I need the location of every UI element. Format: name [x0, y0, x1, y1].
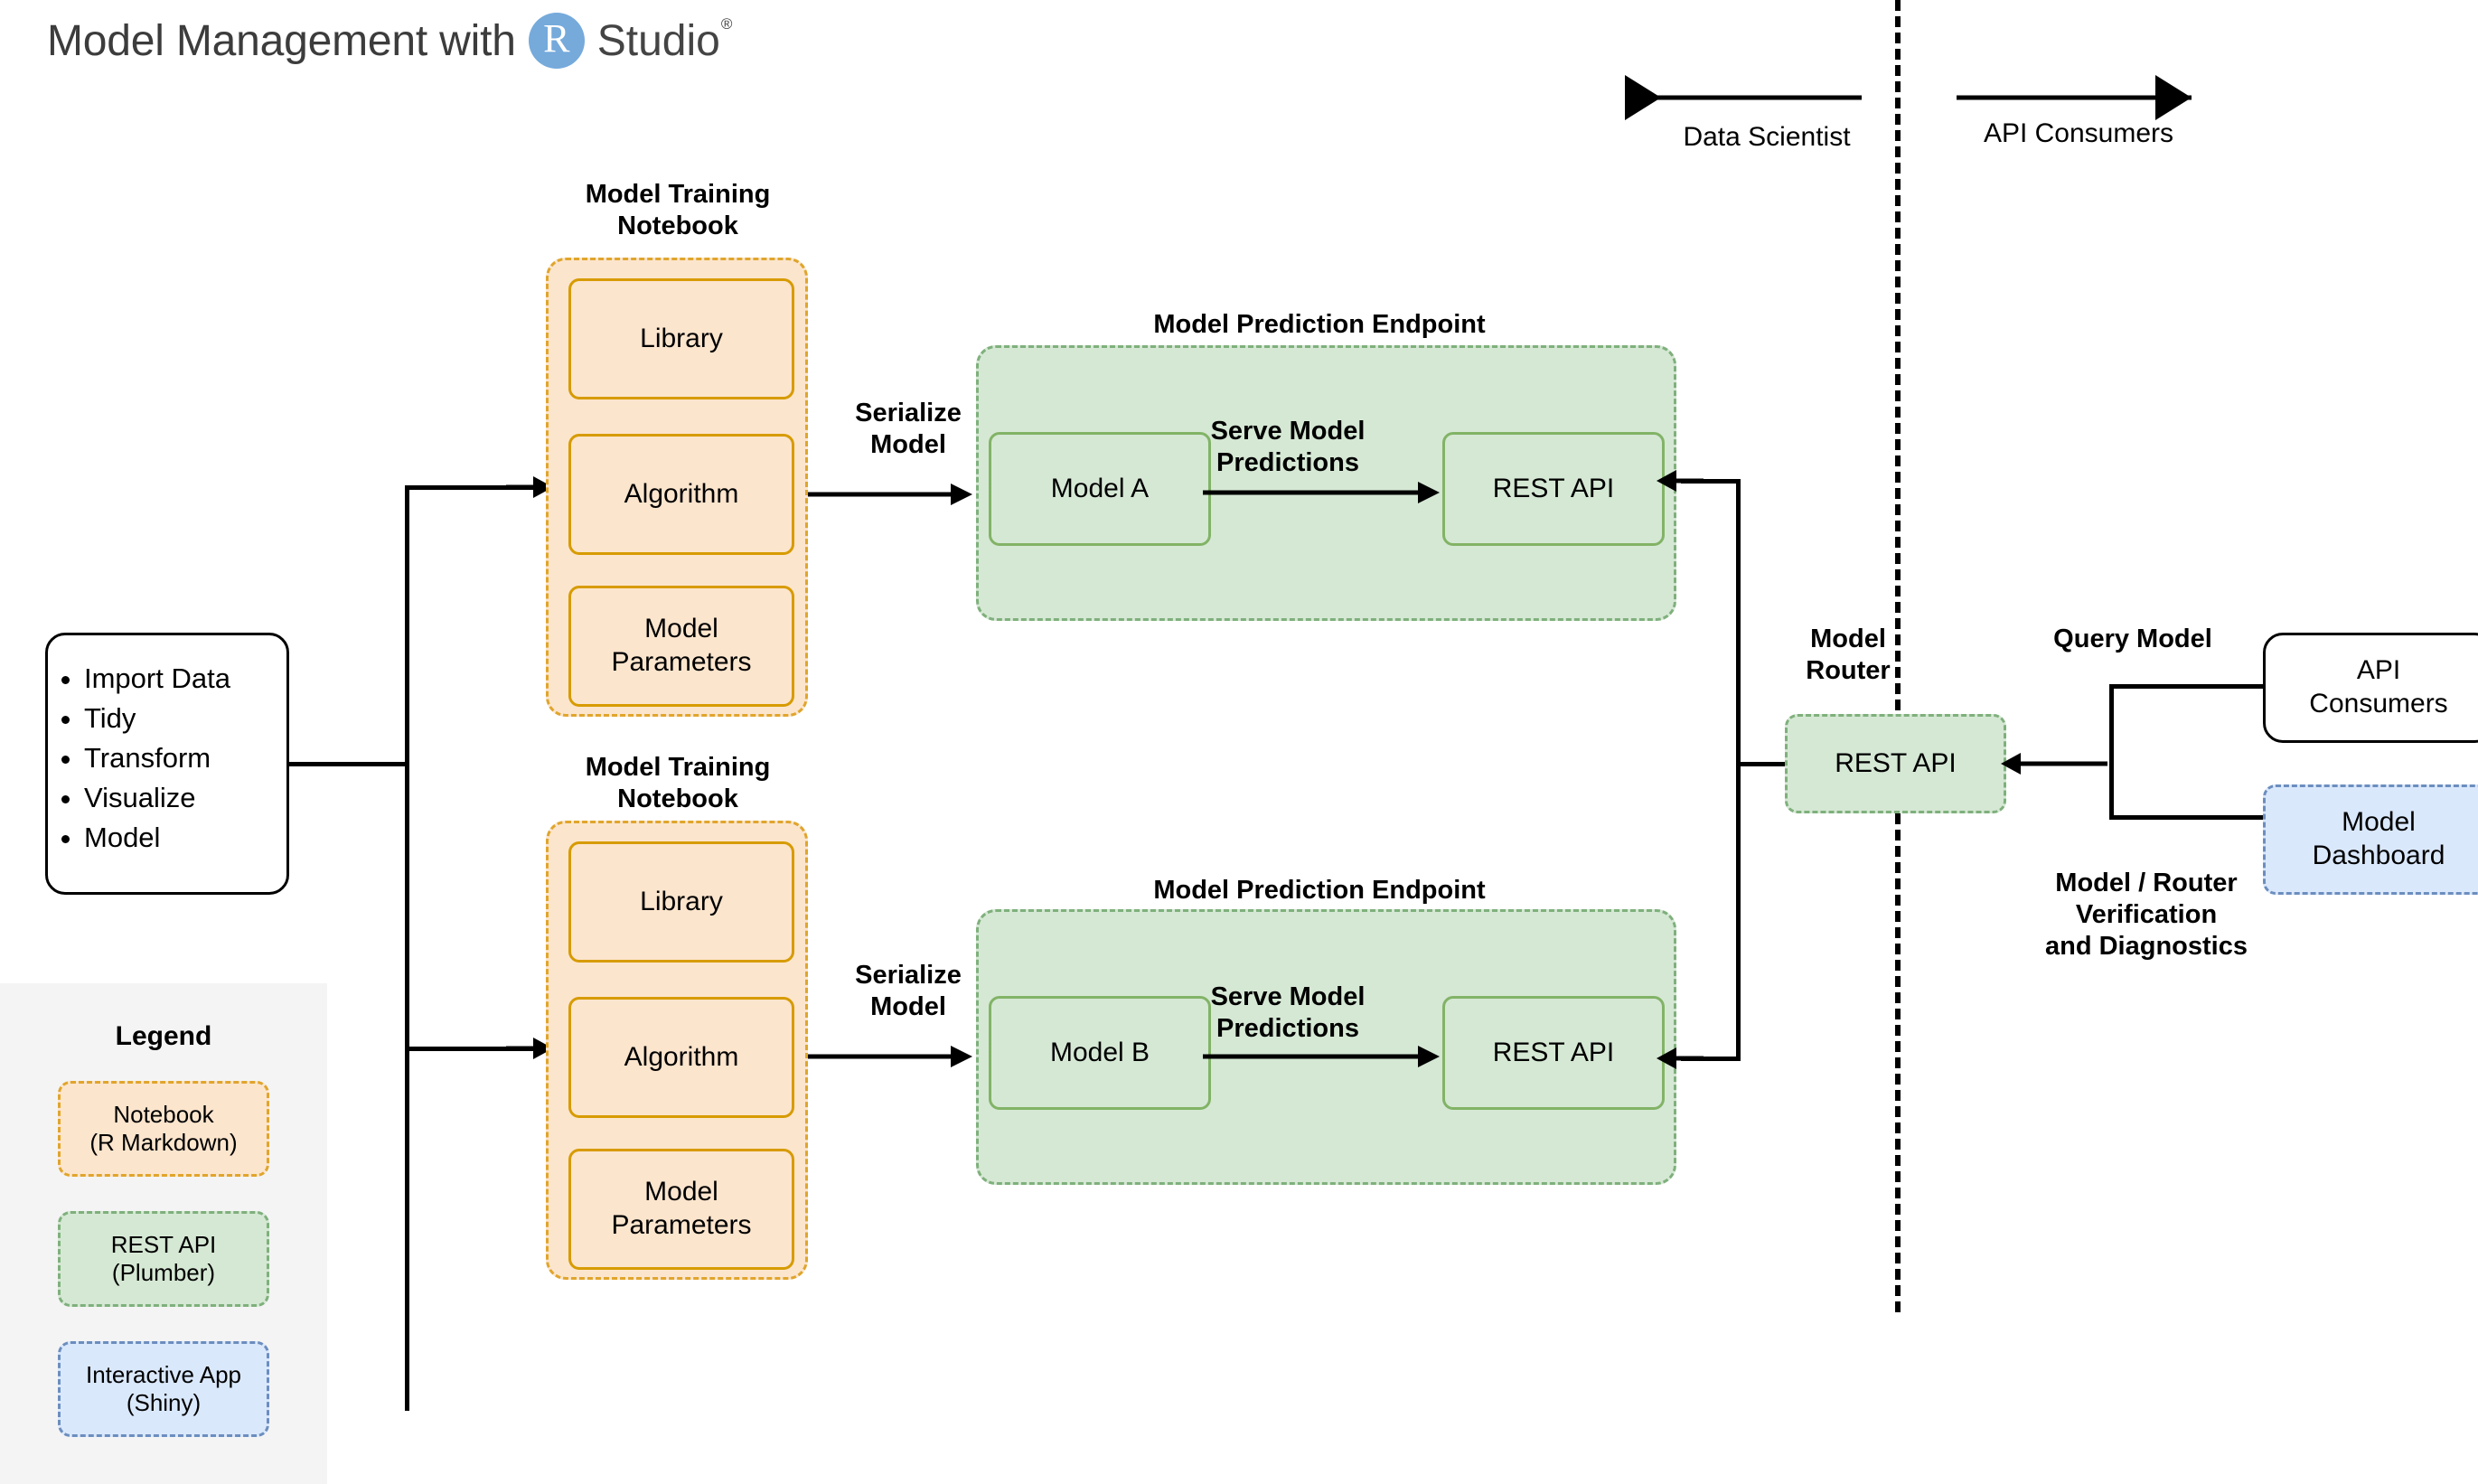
- notebook-block-algorithm-bottom[interactable]: Algorithm: [568, 997, 794, 1118]
- router-to-endpoint-top-arrowhead: [1657, 470, 1704, 492]
- title-text: Model Management with: [47, 16, 516, 65]
- model-training-notebook-top[interactable]: Library Algorithm Model Parameters: [546, 258, 808, 717]
- studio-word-text: Studio: [596, 16, 720, 65]
- legend-item-notebook[interactable]: Notebook (R Markdown): [58, 1081, 269, 1177]
- list-item: Visualize: [84, 778, 286, 818]
- api-consumers-box[interactable]: API Consumers: [2263, 633, 2478, 743]
- rest-api-box-top[interactable]: REST API: [1442, 432, 1665, 546]
- legend-item-rest-api[interactable]: REST API (Plumber): [58, 1211, 269, 1307]
- endpoint-title-bottom: Model Prediction Endpoint: [1153, 876, 1486, 905]
- api-consumers-box-label: API Consumers: [2309, 655, 2448, 719]
- router-spine: [1736, 479, 1741, 1061]
- data-scientist-label: Data Scientist: [1683, 122, 1851, 152]
- query-model-arrow: [2001, 753, 2107, 775]
- list-item: Import Data: [84, 659, 286, 699]
- model-training-notebook-bottom[interactable]: Library Algorithm Model Parameters: [546, 821, 808, 1280]
- model-dashboard-box-label: Model Dashboard: [2312, 807, 2445, 870]
- serialize-arrow-top: [808, 484, 972, 505]
- notebook-title-top: Model Training Notebook: [585, 180, 771, 240]
- list-item: Transform: [84, 738, 286, 778]
- model-router-label: Model Router: [1806, 625, 1891, 685]
- list-item: Model: [84, 818, 286, 858]
- query-model-label: Query Model: [2053, 625, 2212, 653]
- legend-item-interactive-app[interactable]: Interactive App (Shiny): [58, 1341, 269, 1437]
- rstudio-logo-icon: R: [528, 13, 585, 69]
- studio-wordmark: Studio®: [596, 14, 733, 66]
- notebook-block-model-parameters-top[interactable]: Model Parameters: [568, 586, 794, 707]
- verification-diagnostics-label: Model / Router Verification and Diagnost…: [2045, 869, 2248, 961]
- serve-predictions-arrow-top: [1203, 482, 1440, 503]
- diagram-canvas: Model Management with R Studio® Data Sci…: [0, 0, 2478, 1484]
- data-scientist-arrow: [1625, 75, 1862, 120]
- serve-predictions-label-bottom: Serve Model Predictions: [1210, 982, 1366, 1043]
- legend-title: Legend: [115, 1021, 212, 1051]
- notebook-block-algorithm-top[interactable]: Algorithm: [568, 434, 794, 555]
- notebook-title-bottom: Model Training Notebook: [585, 753, 771, 813]
- serve-predictions-arrow-bottom: [1203, 1046, 1440, 1067]
- data-branch-spine: [405, 485, 409, 1411]
- data-workflow-list: Import Data Tidy Transform Visualize Mod…: [48, 659, 286, 858]
- serialize-arrow-bottom: [808, 1046, 972, 1067]
- page-title: Model Management with R Studio®: [47, 13, 733, 69]
- model-router-rest-api-box[interactable]: REST API: [1785, 714, 2006, 813]
- registered-mark-icon: ®: [720, 14, 733, 33]
- data-workflow-node[interactable]: Import Data Tidy Transform Visualize Mod…: [45, 633, 289, 895]
- endpoint-title-top: Model Prediction Endpoint: [1153, 310, 1486, 339]
- rest-api-box-bottom[interactable]: REST API: [1442, 996, 1665, 1110]
- consumer-junction-spine: [2109, 684, 2114, 820]
- legend-panel: Legend Notebook (R Markdown) REST API (P…: [0, 983, 327, 1484]
- api-consumers-arrow: [1957, 75, 2192, 120]
- consumer-junction-bottom: [2109, 815, 2265, 820]
- serve-predictions-label-top: Serve Model Predictions: [1210, 417, 1366, 477]
- list-item: Tidy: [84, 699, 286, 738]
- notebook-block-library-bottom[interactable]: Library: [568, 841, 794, 963]
- data-branch-stem: [289, 762, 407, 766]
- api-consumers-divider-label: API Consumers: [1983, 118, 2174, 148]
- notebook-block-model-parameters-bottom[interactable]: Model Parameters: [568, 1149, 794, 1270]
- notebook-block-library-top[interactable]: Library: [568, 278, 794, 399]
- consumer-junction-top: [2109, 684, 2265, 689]
- router-to-endpoint-bottom-arrowhead: [1657, 1047, 1704, 1069]
- rstudio-logo-letter: R: [543, 16, 570, 61]
